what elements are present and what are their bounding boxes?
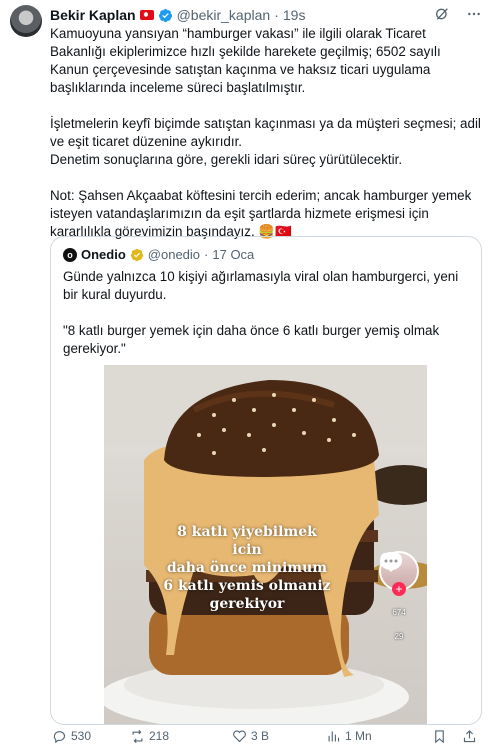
tiktok-like: 674 (380, 552, 406, 617)
like-button[interactable]: 3 B (232, 729, 326, 744)
views-button[interactable]: 1 Mn (326, 729, 432, 744)
overlay-line-2: daha önce minimum (166, 560, 328, 576)
reply-count: 530 (71, 729, 92, 743)
repost-icon (132, 729, 143, 743)
tweet-action-bar: 530 218 3 B 1 Mn (50, 727, 482, 745)
reply-icon (53, 730, 66, 743)
tweet-paragraph-2: İşletmelerin keyfî biçimde satıştan kaçı… (50, 116, 481, 149)
quoted-author-handle[interactable]: @onedio (148, 247, 200, 262)
verified-badge-icon (158, 8, 172, 22)
gold-verified-badge-icon (130, 248, 143, 261)
grok-icon[interactable] (434, 6, 450, 22)
tweet-paragraph-1: Kamuoyuna yansıyan “hamburger vakası” il… (50, 26, 441, 95)
quoted-header-separator: · (204, 247, 209, 262)
tweet-paragraph-3: Denetim sonuçlarına göre, gerekli idari … (50, 152, 403, 167)
overlay-line-4: gerekiyor (209, 596, 285, 612)
onedio-logo-icon: o (63, 247, 77, 262)
tiktok-comment-count: 29 (394, 632, 404, 641)
overlay-line-1: 8 katlı yiyebilmek icin (177, 524, 317, 558)
tweet-paragraph-4: Not: Şahsen Akçaabat köftesini tercih ed… (50, 188, 472, 239)
follow-plus-icon: + (392, 582, 406, 596)
overlay-line-3: 6 katlı yemis olmaniz (163, 578, 331, 594)
author-name[interactable]: Bekir Kaplan (50, 7, 136, 23)
bookmark-icon (435, 729, 444, 743)
quoted-tweet-time[interactable]: 17 Oca (212, 247, 254, 262)
quoted-tweet[interactable]: o Onedio @onedio · 17 Oca Günde yalnızca… (50, 236, 482, 725)
tweet: Bekir Kaplan @bekir_kaplan · 19s Kamuoyu… (0, 0, 492, 751)
tiktok-like-count: 674 (392, 608, 406, 617)
quoted-media-image[interactable]: 8 katlı yiyebilmek icin daha önce minimu… (104, 365, 427, 724)
repost-count: 218 (149, 729, 170, 743)
turkey-flag-icon (139, 10, 154, 20)
tiktok-comments: 29 (380, 552, 404, 641)
like-count: 3 B (251, 729, 270, 743)
tiktok-sidebar: + 674 29 (379, 551, 419, 641)
quoted-paragraph-1: Günde yalnızca 10 kişiyi ağırlamasıyla v… (63, 269, 459, 302)
quoted-paragraph-2: "8 katlı burger yemek için daha önce 6 k… (63, 323, 440, 356)
views-bar-chart-icon (328, 731, 340, 741)
tweet-text: Kamuoyuna yansıyan “hamburger vakası” il… (50, 25, 482, 241)
bookmark-button[interactable] (432, 729, 462, 744)
comment-bubble-icon (380, 552, 402, 570)
quoted-tweet-text: Günde yalnızca 10 kişiyi ağırlamasıyla v… (63, 268, 468, 358)
repost-button[interactable]: 218 (130, 729, 232, 744)
share-button[interactable] (462, 729, 477, 744)
more-options-icon[interactable] (466, 6, 482, 22)
quoted-tweet-header: o Onedio @onedio · 17 Oca (63, 247, 254, 262)
video-overlay-caption: 8 katlı yiyebilmek icin daha önce minimu… (162, 523, 332, 613)
author-handle[interactable]: @bekir_kaplan (177, 7, 271, 23)
share-icon (463, 729, 476, 742)
author-avatar[interactable] (10, 5, 42, 37)
header-separator: · (274, 7, 279, 23)
reply-button[interactable]: 530 (52, 729, 130, 744)
views-count: 1 Mn (345, 729, 372, 743)
tweet-time[interactable]: 19s (283, 7, 306, 23)
like-heart-icon (233, 730, 246, 742)
tweet-top-actions (434, 6, 482, 22)
tweet-header: Bekir Kaplan @bekir_kaplan · 19s (50, 5, 305, 25)
quoted-author-name[interactable]: Onedio (81, 247, 126, 262)
